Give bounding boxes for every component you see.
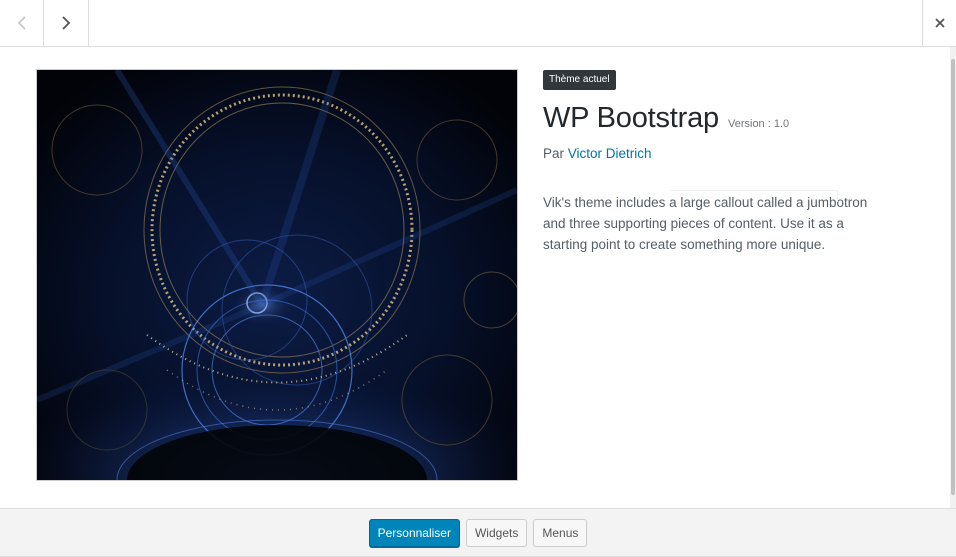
close-button[interactable]	[922, 0, 956, 46]
ghost-element	[670, 190, 838, 202]
theme-info: Thème actuel WP Bootstrap Version : 1.0 …	[543, 69, 903, 255]
theme-details-modal: Thème actuel WP Bootstrap Version : 1.0 …	[0, 0, 956, 557]
previous-theme-button[interactable]	[0, 0, 44, 46]
theme-version: Version : 1.0	[727, 118, 790, 130]
chevron-left-icon	[17, 16, 26, 30]
scrollbar-thumb[interactable]	[951, 59, 955, 495]
current-theme-badge: Thème actuel	[543, 70, 616, 90]
chevron-right-icon	[62, 16, 71, 30]
next-theme-button[interactable]	[44, 0, 89, 46]
menus-button[interactable]: Menus	[533, 519, 588, 547]
title-row: WP Bootstrap Version : 1.0	[543, 100, 903, 136]
fractal-artwork	[37, 70, 517, 480]
theme-actions: Personnaliser Widgets Menus	[0, 508, 956, 557]
scrollbar[interactable]	[950, 47, 956, 508]
close-icon	[934, 18, 945, 28]
theme-screenshot	[36, 69, 518, 481]
theme-name: WP Bootstrap	[543, 102, 719, 134]
customize-button[interactable]: Personnaliser	[368, 519, 460, 547]
modal-header	[0, 0, 956, 47]
theme-content: Thème actuel WP Bootstrap Version : 1.0 …	[0, 47, 950, 508]
author-link[interactable]: Victor Dietrich	[568, 146, 652, 161]
theme-author: Par Victor Dietrich	[543, 146, 903, 161]
author-prefix: Par	[543, 146, 565, 161]
widgets-button[interactable]: Widgets	[465, 519, 528, 547]
